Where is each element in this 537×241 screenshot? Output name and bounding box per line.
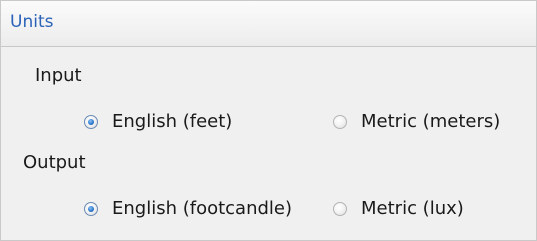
input-metric-meters-radio[interactable]: Metric (meters) (333, 111, 500, 132)
radio-checked-icon (84, 201, 98, 216)
units-panel: Units Input English (feet) Metric (meter… (0, 0, 537, 241)
output-english-footcandle-radio[interactable]: English (footcandle) (84, 198, 292, 219)
panel-title: Units (10, 12, 54, 32)
panel-header: Units (1, 1, 536, 47)
option-label: English (feet) (112, 111, 233, 132)
output-metric-lux-radio[interactable]: Metric (lux) (333, 198, 464, 219)
output-section-label: Output (23, 152, 86, 173)
radio-unchecked-icon (333, 114, 347, 129)
input-section-label: Input (35, 65, 82, 86)
option-label: Metric (lux) (361, 198, 464, 219)
option-label: Metric (meters) (361, 111, 501, 132)
radio-unchecked-icon (333, 201, 347, 216)
input-english-feet-radio[interactable]: English (feet) (84, 111, 232, 132)
option-label: English (footcandle) (112, 198, 293, 219)
radio-checked-icon (84, 114, 98, 129)
